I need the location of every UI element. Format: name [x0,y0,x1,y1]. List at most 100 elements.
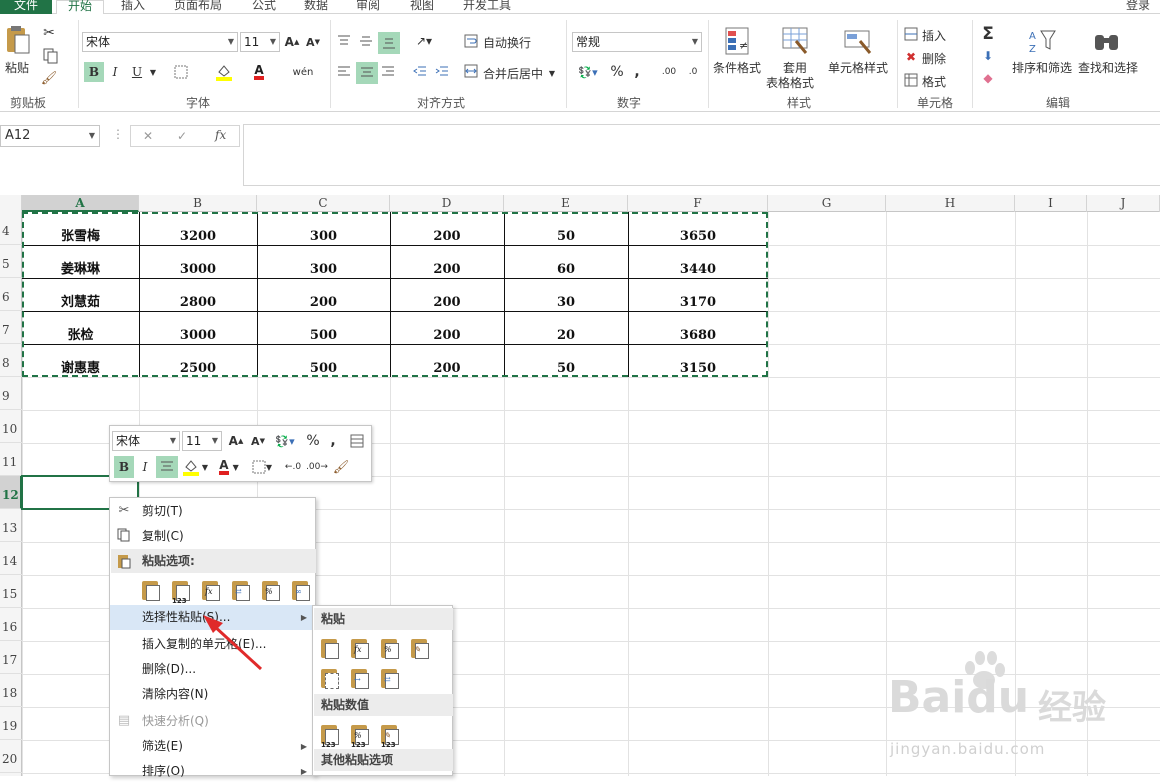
enter-icon[interactable]: ✓ [177,129,187,143]
conditional-format-button[interactable]: 条件格式 [713,59,761,76]
font-name-select[interactable]: 宋体 ▼ [82,32,238,52]
format-painter-icon[interactable]: 🖌 [330,456,352,478]
tab-developer[interactable]: 开发工具 [463,0,511,14]
decrease-decimal-icon[interactable]: .00→ [306,456,328,478]
wrap-text-icon[interactable] [462,32,480,50]
row-header[interactable]: 4 [0,212,22,245]
borders-icon[interactable]: ▼ [248,456,276,478]
paste-transpose-icon[interactable]: ⇄ [230,578,252,602]
row-header[interactable]: 7 [0,311,22,344]
row-header[interactable]: 5 [0,245,22,278]
row-header[interactable]: 15 [0,575,22,608]
conditional-format-icon[interactable]: ≠ [724,26,752,58]
mini-comma-button[interactable]: , [328,432,338,450]
mini-bold-button[interactable]: B [114,456,134,478]
underline-button[interactable]: U [128,62,146,82]
tab-home[interactable]: 开始 [56,0,104,15]
chevron-down-icon[interactable]: ▼ [148,62,158,82]
paste-formulas-number-format-icon[interactable]: % [379,636,401,660]
column-header-d[interactable]: D [390,195,504,212]
cancel-icon[interactable]: ✕ [143,129,153,143]
format-as-table-line2[interactable]: 表格格式 [766,74,814,91]
clear-icon[interactable]: ◆ [978,69,998,87]
increase-indent-icon[interactable] [432,62,452,82]
row-header[interactable]: 16 [0,608,22,641]
tab-formulas[interactable]: 公式 [252,0,276,14]
row-header[interactable]: 13 [0,509,22,542]
insert-cells-button[interactable]: 插入 [922,27,946,44]
tab-review[interactable]: 审阅 [356,0,380,14]
tab-insert[interactable]: 插入 [121,0,145,14]
select-all-corner[interactable] [0,195,22,212]
fill-color-icon[interactable]: ▼ [180,456,210,478]
menu-item-cut[interactable]: ✂ 剪切(T) [110,499,315,524]
row-header[interactable]: 19 [0,707,22,740]
paste-values-icon[interactable]: 123 [319,722,341,749]
align-middle-icon[interactable] [356,32,376,50]
format-cells-icon[interactable] [903,72,919,88]
sort-filter-button[interactable]: 排序和筛选 [1012,59,1072,76]
currency-icon[interactable]: 💱▾ [270,432,300,450]
decrease-indent-icon[interactable] [410,62,430,82]
align-center-icon[interactable] [356,62,378,84]
column-header-f[interactable]: F [628,195,768,212]
format-as-table-icon[interactable] [782,26,810,58]
format-cells-button[interactable]: 格式 [922,73,946,90]
percent-button[interactable]: % [608,62,626,82]
mini-percent-button[interactable]: % [306,432,320,450]
column-header-h[interactable]: H [886,195,1015,212]
column-header-e[interactable]: E [504,195,628,212]
menu-item-clear[interactable]: 清除内容(N) [110,682,315,707]
tab-data[interactable]: 数据 [304,0,328,14]
font-color-button[interactable]: A [250,62,268,82]
row-header[interactable]: 10 [0,410,22,443]
fill-icon[interactable]: ⬇ [978,47,998,65]
decrease-decimal-icon[interactable]: .0 [682,62,704,82]
mini-font-color-button[interactable]: A ▼ [214,456,244,478]
chevron-down-icon[interactable]: ▼ [547,65,557,81]
align-center-icon[interactable] [156,456,178,478]
paste-values-icon[interactable]: 123 [170,578,192,605]
format-cells-icon[interactable] [348,432,366,450]
no-borders-icon[interactable] [319,666,341,690]
grow-font-icon[interactable]: A ▲ [228,432,244,450]
paste-button[interactable]: 粘贴 [5,59,29,76]
increase-decimal-icon[interactable]: .00 [658,62,680,82]
italic-button[interactable]: I [106,62,124,82]
delete-cells-button[interactable]: 删除 [922,50,946,67]
row-header[interactable]: 11 [0,443,22,476]
row-header[interactable]: 20 [0,740,22,773]
column-header-c[interactable]: C [257,195,390,212]
align-bottom-icon[interactable] [378,32,400,54]
row-header[interactable]: 18 [0,674,22,707]
column-header-j[interactable]: J [1087,195,1160,212]
mini-italic-button[interactable]: I [136,456,154,478]
format-painter-icon[interactable]: 🖌 [40,69,58,87]
comma-button[interactable]: , [630,62,644,82]
copy-icon[interactable] [40,47,62,65]
sign-in-link[interactable]: 登录 [1126,0,1150,14]
shrink-font-icon[interactable]: A ▼ [250,432,266,450]
number-format-select[interactable]: 常规 ▼ [572,32,702,52]
paste-values-number-format-icon[interactable]: % 123 [349,722,371,749]
keep-source-formatting-icon[interactable]: ✎ [409,636,431,660]
autosum-icon[interactable]: Σ [978,24,998,44]
column-header-a[interactable]: A [22,195,139,212]
borders-icon[interactable] [172,62,190,82]
binoculars-icon[interactable] [1092,26,1122,56]
mini-size-select[interactable]: 11 ▼ [182,431,222,451]
paste-icon[interactable] [140,578,162,602]
row-header[interactable]: 14 [0,542,22,575]
orientation-icon[interactable]: ↗▾ [410,32,438,50]
insert-function-icon[interactable]: fx [215,128,226,142]
paste-values-source-format-icon[interactable]: ✎ 123 [379,722,401,749]
row-header-active[interactable]: 12 [0,476,22,509]
paste-icon[interactable] [4,24,32,56]
paste-icon[interactable] [319,636,341,660]
delete-cells-icon[interactable]: ✖ [903,49,919,65]
cell-styles-icon[interactable] [844,26,874,58]
column-header-g[interactable]: G [768,195,886,212]
find-select-button[interactable]: 查找和选择 [1078,59,1138,76]
wrap-text-button[interactable]: 自动换行 [483,34,531,51]
menu-item-sort[interactable]: 排序(O) ▶ [110,759,315,784]
